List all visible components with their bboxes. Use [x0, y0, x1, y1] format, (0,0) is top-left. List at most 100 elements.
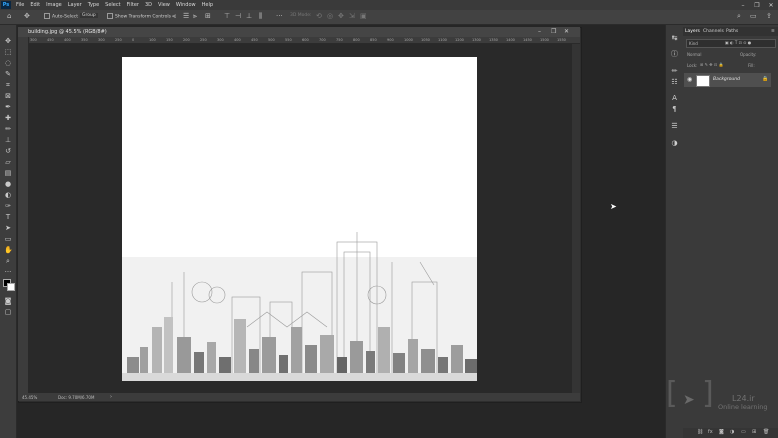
- menu-edit[interactable]: Edit: [27, 2, 43, 8]
- auto-select-checkbox[interactable]: Auto-Select: [44, 13, 78, 20]
- info-panel-icon[interactable]: ⓘ: [670, 50, 679, 59]
- lasso-tool-icon[interactable]: ◌: [4, 59, 12, 67]
- zoom-tool-icon[interactable]: ⌕: [4, 257, 12, 265]
- ruler-tick-label: 400: [64, 38, 71, 42]
- watermark-subtitle: Online learning: [718, 403, 768, 411]
- ruler-tick-label: 250: [115, 38, 122, 42]
- eye-visibility-icon[interactable]: ◉: [687, 76, 692, 83]
- link-layers-icon[interactable]: ⛓: [697, 429, 703, 435]
- blur-tool-icon[interactable]: ●: [4, 180, 12, 188]
- quick-select-tool-icon[interactable]: ✎: [4, 70, 12, 78]
- quick-mask-icon[interactable]: ◙: [4, 297, 12, 305]
- mask-icon[interactable]: ◙: [719, 429, 724, 435]
- transform-controls-checkbox[interactable]: Show Transform Controls: [107, 13, 171, 20]
- align-top-icon[interactable]: ⊤: [224, 12, 230, 20]
- adjustments-icon[interactable]: ◑: [670, 139, 679, 148]
- vertical-scrollbar[interactable]: [572, 44, 580, 394]
- layer-row-background[interactable]: ◉ Background 🔒: [684, 73, 771, 87]
- clone-stamp-icon[interactable]: ⊥: [4, 136, 12, 144]
- dodge-tool-icon[interactable]: ◐: [4, 191, 12, 199]
- share-icon[interactable]: ⇪: [766, 12, 772, 20]
- 3d-slide-icon[interactable]: ⇲: [349, 12, 355, 20]
- pen-tool-icon[interactable]: ✑: [4, 202, 12, 210]
- history-panel-icon[interactable]: ↹: [670, 34, 679, 43]
- 3d-scale-icon[interactable]: ▣: [360, 12, 367, 20]
- background-color-swatch[interactable]: [7, 283, 15, 291]
- menu-layer[interactable]: Layer: [65, 2, 85, 8]
- zoom-level[interactable]: 45.45%: [22, 395, 37, 400]
- menu-image[interactable]: Image: [43, 2, 65, 8]
- path-select-icon[interactable]: ➤: [4, 224, 12, 232]
- healing-brush-icon[interactable]: ✚: [4, 114, 12, 122]
- screen-mode-icon[interactable]: ▢: [4, 308, 12, 316]
- menu-file[interactable]: File: [13, 2, 27, 8]
- search-icon[interactable]: ⌕: [737, 12, 741, 21]
- group-select[interactable]: Group: [80, 13, 98, 18]
- properties-panel-icon[interactable]: ☰: [670, 122, 679, 131]
- image-canvas[interactable]: [122, 57, 477, 381]
- 3d-rotate-icon[interactable]: ⟲: [316, 12, 322, 20]
- hand-tool-icon[interactable]: ✋: [4, 246, 13, 254]
- menu-filter[interactable]: Filter: [124, 2, 142, 8]
- bracket-right-icon: ]: [702, 376, 714, 411]
- type-tool-icon[interactable]: T: [4, 213, 12, 221]
- align-right-icon[interactable]: ⫸: [193, 12, 197, 21]
- move-tool-icon[interactable]: ✥: [24, 12, 30, 20]
- restore-icon[interactable]: ❐: [750, 2, 764, 9]
- distribute-vertical-icon[interactable]: ⫼: [259, 12, 262, 21]
- fx-icon[interactable]: fx: [708, 429, 713, 435]
- 3d-drag-icon[interactable]: ✥: [338, 12, 344, 20]
- menu-3d[interactable]: 3D: [142, 2, 155, 8]
- layer-filter-kind[interactable]: Kind ▣ ◐ T ⊡ ⊙ ●: [686, 39, 776, 48]
- adjust-panel-icon[interactable]: ☷: [670, 78, 679, 87]
- rectangle-tool-icon[interactable]: ▭: [4, 235, 12, 243]
- status-arrow-icon[interactable]: ›: [110, 394, 112, 400]
- menu-help[interactable]: Help: [199, 2, 216, 8]
- more-options-icon[interactable]: ···: [276, 12, 283, 20]
- history-brush-icon[interactable]: ↺: [4, 147, 12, 155]
- new-layer-icon[interactable]: ⊞: [752, 429, 756, 435]
- adjustment-layer-icon[interactable]: ◑: [730, 429, 734, 435]
- menu-window[interactable]: Window: [173, 2, 199, 8]
- brush-tool-icon[interactable]: ✏: [4, 125, 12, 133]
- close-icon[interactable]: ✕: [764, 2, 778, 9]
- align-bottom-icon[interactable]: ⊥: [246, 12, 252, 20]
- frame-tool-icon[interactable]: ⊠: [4, 92, 12, 100]
- align-left-icon[interactable]: ⫷: [172, 12, 176, 21]
- group-icon[interactable]: ▭: [741, 429, 746, 435]
- eyedropper-tool-icon[interactable]: ✒: [4, 103, 12, 111]
- document-tab[interactable]: building.jpg @ 45.5% (RGB/8#) – ❐ ✕: [18, 27, 580, 37]
- workspace-icon[interactable]: ▭: [750, 12, 757, 20]
- doc-minimize-icon[interactable]: –: [538, 28, 541, 35]
- home-icon[interactable]: ⌂: [7, 12, 11, 20]
- paragraph-panel-icon[interactable]: ¶: [670, 105, 679, 114]
- menu-type[interactable]: Type: [85, 2, 102, 8]
- brush-settings-icon[interactable]: ✏: [670, 67, 679, 76]
- blend-mode-select[interactable]: Normal: [687, 52, 701, 57]
- eraser-tool-icon[interactable]: ▱: [4, 158, 12, 166]
- more-tools-icon[interactable]: ···: [4, 268, 12, 276]
- menu-select[interactable]: Select: [102, 2, 123, 8]
- doc-close-icon[interactable]: ✕: [564, 28, 569, 35]
- move-tool-icon[interactable]: ✥: [4, 37, 12, 45]
- horizontal-ruler[interactable]: 300 450 400 350 300 250 0 100 150 200 250 300 400 450…: [28, 37, 580, 44]
- delete-layer-icon[interactable]: 🗑: [763, 429, 769, 435]
- filter-icons[interactable]: ▣ ◐ T ⊡ ⊙ ●: [725, 40, 751, 45]
- minimize-icon[interactable]: –: [736, 2, 750, 9]
- crop-tool-icon[interactable]: ⌗: [4, 81, 12, 89]
- align-middle-icon[interactable]: ⊣: [235, 12, 241, 20]
- panel-menu-icon[interactable]: ≡: [771, 29, 775, 34]
- mouse-cursor-icon: ➤: [610, 202, 617, 211]
- tab-paths[interactable]: Paths: [726, 29, 738, 34]
- gradient-tool-icon[interactable]: ▤: [4, 169, 12, 177]
- align-center-icon[interactable]: ☰: [183, 12, 189, 20]
- distribute-icon[interactable]: ⊞: [205, 12, 211, 20]
- marquee-tool-icon[interactable]: ⬚: [4, 48, 12, 56]
- lock-icons[interactable]: ⊞ ✎ ✥ ⊡ 🔒: [700, 62, 723, 67]
- tab-layers[interactable]: Layers: [685, 29, 700, 34]
- doc-restore-icon[interactable]: ❐: [551, 28, 556, 35]
- menu-view[interactable]: View: [155, 2, 173, 8]
- character-panel-icon[interactable]: A: [670, 94, 679, 103]
- 3d-roll-icon[interactable]: ◎: [327, 12, 333, 20]
- tab-channels[interactable]: Channels: [703, 29, 724, 34]
